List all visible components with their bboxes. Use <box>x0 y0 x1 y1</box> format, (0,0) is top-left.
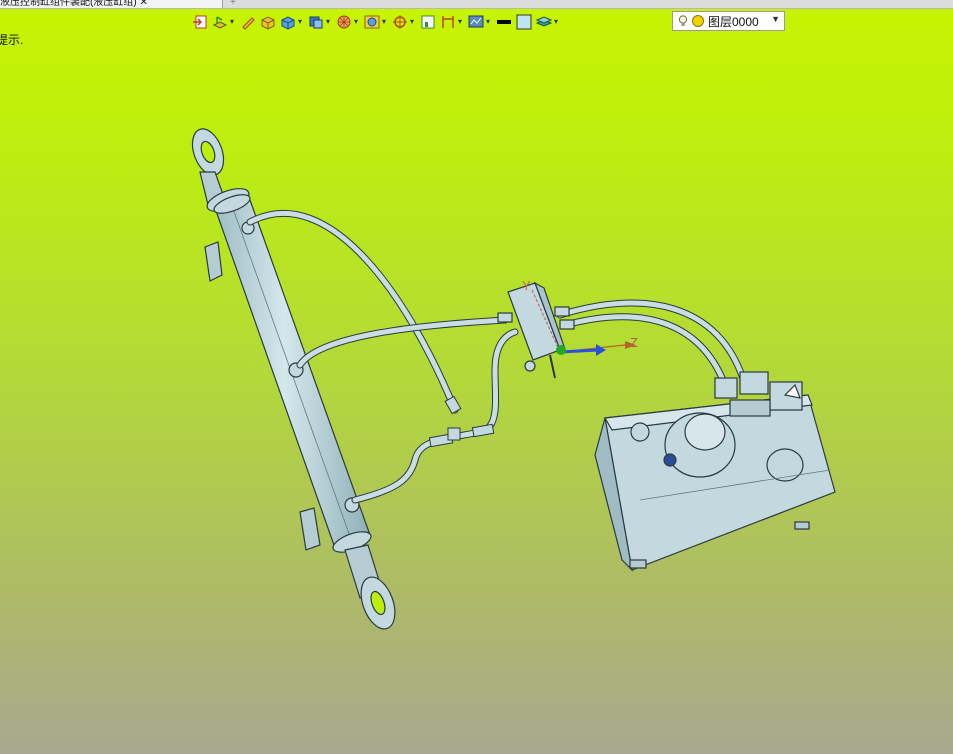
view-toolbar: ▾ ▾ ▾ ▾ ▾ ▾ ▾ ▾ ▾ <box>192 11 564 33</box>
layers-stack-icon <box>535 14 553 30</box>
view-style-button[interactable]: ▾ <box>364 12 388 32</box>
hose-fittings <box>428 395 495 448</box>
measure-icon <box>440 14 456 30</box>
chevron-down-icon[interactable]: ▾ <box>484 14 492 30</box>
z-axis-label: Z <box>630 335 638 350</box>
line-color-icon <box>496 14 512 30</box>
3d-viewport[interactable]: Z Y 液压控制缸组件装配(液压缸组) ✕ + 提示. ▾ ▾ ▾ ▾ ▾ ▾ … <box>0 0 953 754</box>
snap-target-icon <box>392 14 408 30</box>
chevron-down-icon[interactable]: ▾ <box>380 14 388 30</box>
fill-color-button[interactable] <box>516 12 532 32</box>
document-tab[interactable]: 液压控制缸组件装配(液压缸组) ✕ <box>0 0 223 8</box>
render-sphere-icon <box>336 14 352 30</box>
snap-target-button[interactable]: ▾ <box>392 12 416 32</box>
lightbulb-icon[interactable] <box>678 15 688 27</box>
display-settings-icon <box>468 14 484 30</box>
solid-box-icon <box>260 14 276 30</box>
hydraulic-power-unit[interactable] <box>594 371 836 572</box>
chevron-down-icon[interactable]: ▾ <box>296 14 304 30</box>
hint-text: 提示. <box>0 33 24 47</box>
fill-color-icon <box>516 14 532 30</box>
y-axis-label: Y <box>522 278 531 293</box>
surface-icon <box>308 14 324 30</box>
document-tab-strip: 液压控制缸组件装配(液压缸组) ✕ + <box>0 0 953 9</box>
line-color-button[interactable] <box>496 12 512 32</box>
view-style-icon <box>364 14 380 30</box>
layer-tools-button[interactable]: ▾ <box>212 12 236 32</box>
chevron-down-icon[interactable]: ▾ <box>552 14 560 30</box>
sketch-pen-icon <box>240 14 256 30</box>
align-icon <box>420 14 436 30</box>
hydraulic-cylinder[interactable] <box>187 125 402 634</box>
layer-name: 图层0000 <box>708 14 759 29</box>
display-settings-button[interactable]: ▾ <box>468 12 492 32</box>
layer-select[interactable]: 图层0000 ▼ <box>672 11 785 31</box>
solid-box-button[interactable] <box>260 12 276 32</box>
layers-stack-button[interactable]: ▾ <box>535 12 560 32</box>
import-button[interactable] <box>192 12 208 32</box>
layer-tools-icon <box>212 14 228 30</box>
tab-close-icon[interactable]: ✕ <box>139 0 147 8</box>
chevron-down-icon[interactable]: ▾ <box>352 14 360 30</box>
chevron-down-icon[interactable]: ▾ <box>456 14 464 30</box>
document-tab-title: 液压控制缸组件装配(液压缸组) <box>0 0 137 8</box>
surface-button[interactable]: ▾ <box>308 12 332 32</box>
chevron-down-icon[interactable]: ▼ <box>771 14 780 24</box>
new-tab-button[interactable]: + <box>230 0 236 8</box>
render-sphere-button[interactable]: ▾ <box>336 12 360 32</box>
align-button[interactable] <box>420 12 436 32</box>
measure-button[interactable]: ▾ <box>440 12 464 32</box>
solid-cube-icon <box>280 14 296 30</box>
chevron-down-icon[interactable]: ▾ <box>228 14 236 30</box>
import-icon <box>192 14 208 30</box>
layer-color-dot[interactable] <box>692 15 704 27</box>
chevron-down-icon[interactable]: ▾ <box>408 14 416 30</box>
sketch-pen-button[interactable] <box>240 12 256 32</box>
assembly-model[interactable]: Z Y <box>0 0 953 754</box>
solid-cube-button[interactable]: ▾ <box>280 12 304 32</box>
chevron-down-icon[interactable]: ▾ <box>324 14 332 30</box>
